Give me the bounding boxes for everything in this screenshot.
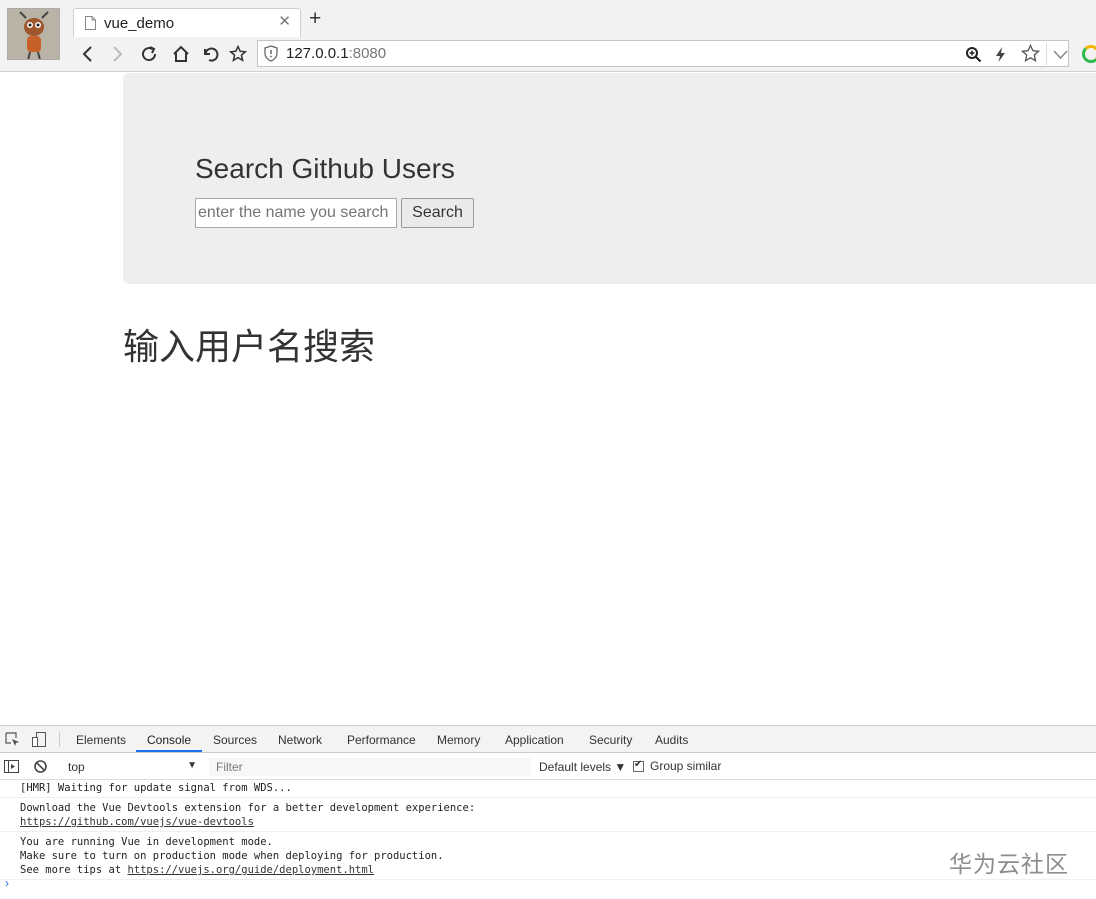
console-message: [HMR] Waiting for update signal from WDS… — [0, 781, 1096, 798]
page-title: Search Github Users — [195, 153, 455, 184]
watermark: 华为云社区 — [949, 851, 1069, 877]
tab-network[interactable]: Network — [278, 733, 322, 747]
active-tab-indicator — [136, 750, 202, 752]
profile-avatar-icon[interactable] — [7, 8, 60, 60]
search-input[interactable] — [195, 198, 397, 228]
inspect-element-icon[interactable] — [5, 732, 20, 747]
chevron-down-icon[interactable] — [1052, 46, 1069, 63]
group-similar-checkbox[interactable]: Group similar — [633, 759, 721, 773]
new-tab-icon[interactable]: + — [309, 8, 321, 29]
tab-application[interactable]: Application — [505, 733, 564, 747]
tab-console[interactable]: Console — [147, 733, 191, 747]
tab-performance[interactable]: Performance — [347, 733, 416, 747]
tab-title: vue_demo — [104, 15, 175, 32]
console-toolbar: top ▼ Default levels ▼ Group similar — [0, 754, 1096, 780]
undo-icon[interactable] — [200, 44, 220, 64]
extension-icon[interactable] — [1082, 45, 1096, 63]
console-message-text: You are running Vue in development mode. — [20, 836, 273, 848]
console-message: Download the Vue Devtools extension for … — [0, 798, 1096, 832]
console-message-text: Make sure to turn on production mode whe… — [20, 850, 444, 862]
tab-security[interactable]: Security — [589, 733, 632, 747]
bookmark-star-icon[interactable] — [228, 44, 248, 64]
group-similar-label: Group similar — [650, 759, 722, 773]
console-message-text: Download the Vue Devtools extension for … — [20, 802, 476, 814]
reload-icon[interactable] — [139, 44, 159, 64]
home-icon[interactable] — [171, 44, 191, 64]
forward-icon[interactable] — [107, 44, 127, 64]
zoom-icon[interactable] — [965, 46, 982, 63]
context-label: top — [68, 760, 85, 774]
lightning-icon[interactable] — [992, 46, 1009, 63]
url-port: :8080 — [348, 45, 387, 62]
search-button[interactable]: Search — [401, 198, 474, 228]
favorite-star-icon[interactable] — [1021, 44, 1040, 63]
search-hint: 输入用户名搜索 — [123, 326, 376, 367]
url-text[interactable]: 127.0.0.1:8080 — [286, 45, 386, 62]
console-output: [HMR] Waiting for update signal from WDS… — [0, 781, 1096, 880]
url-host: 127.0.0.1 — [286, 45, 349, 62]
tab-sources[interactable]: Sources — [213, 733, 257, 747]
browser-chrome: vue_demo ✕ + 127.0.0.1:8080 — [0, 0, 1096, 72]
address-bar[interactable]: 127.0.0.1:8080 — [257, 40, 1069, 67]
checkbox-checked-icon[interactable] — [633, 759, 644, 772]
console-message-text: See more tips at — [20, 864, 128, 876]
divider — [1046, 43, 1047, 65]
tab-close-icon[interactable]: ✕ — [278, 14, 291, 29]
sidebar-toggle-icon[interactable] — [4, 759, 19, 774]
devtools-panel: Elements Console Sources Network Perform… — [0, 725, 1096, 899]
tab-audits[interactable]: Audits — [655, 733, 688, 747]
console-message-text: [HMR] Waiting for update signal from WDS… — [20, 782, 292, 794]
shield-icon[interactable] — [263, 45, 279, 62]
tab-memory[interactable]: Memory — [437, 733, 480, 747]
divider — [59, 732, 60, 747]
vue-devtools-link[interactable]: https://github.com/vuejs/vue-devtools — [20, 816, 254, 828]
deployment-guide-link[interactable]: https://vuejs.org/guide/deployment.html — [127, 864, 374, 876]
browser-tab[interactable]: vue_demo ✕ — [73, 8, 301, 37]
log-levels-dropdown[interactable]: Default levels ▼ — [539, 760, 626, 774]
context-selector[interactable]: top ▼ — [63, 758, 201, 776]
page-icon — [85, 16, 96, 30]
console-prompt-icon[interactable]: › — [5, 876, 9, 890]
clear-console-icon[interactable] — [33, 759, 48, 774]
tab-elements[interactable]: Elements — [76, 733, 126, 747]
dropdown-arrow-icon: ▼ — [187, 760, 197, 771]
device-toolbar-icon[interactable] — [32, 732, 47, 747]
devtools-tabbar: Elements Console Sources Network Perform… — [0, 726, 1096, 753]
console-message: You are running Vue in development mode.… — [0, 832, 1096, 880]
search-panel: Search Github Users Search — [123, 73, 1096, 284]
back-icon[interactable] — [78, 44, 98, 64]
console-filter-input[interactable] — [209, 758, 531, 776]
